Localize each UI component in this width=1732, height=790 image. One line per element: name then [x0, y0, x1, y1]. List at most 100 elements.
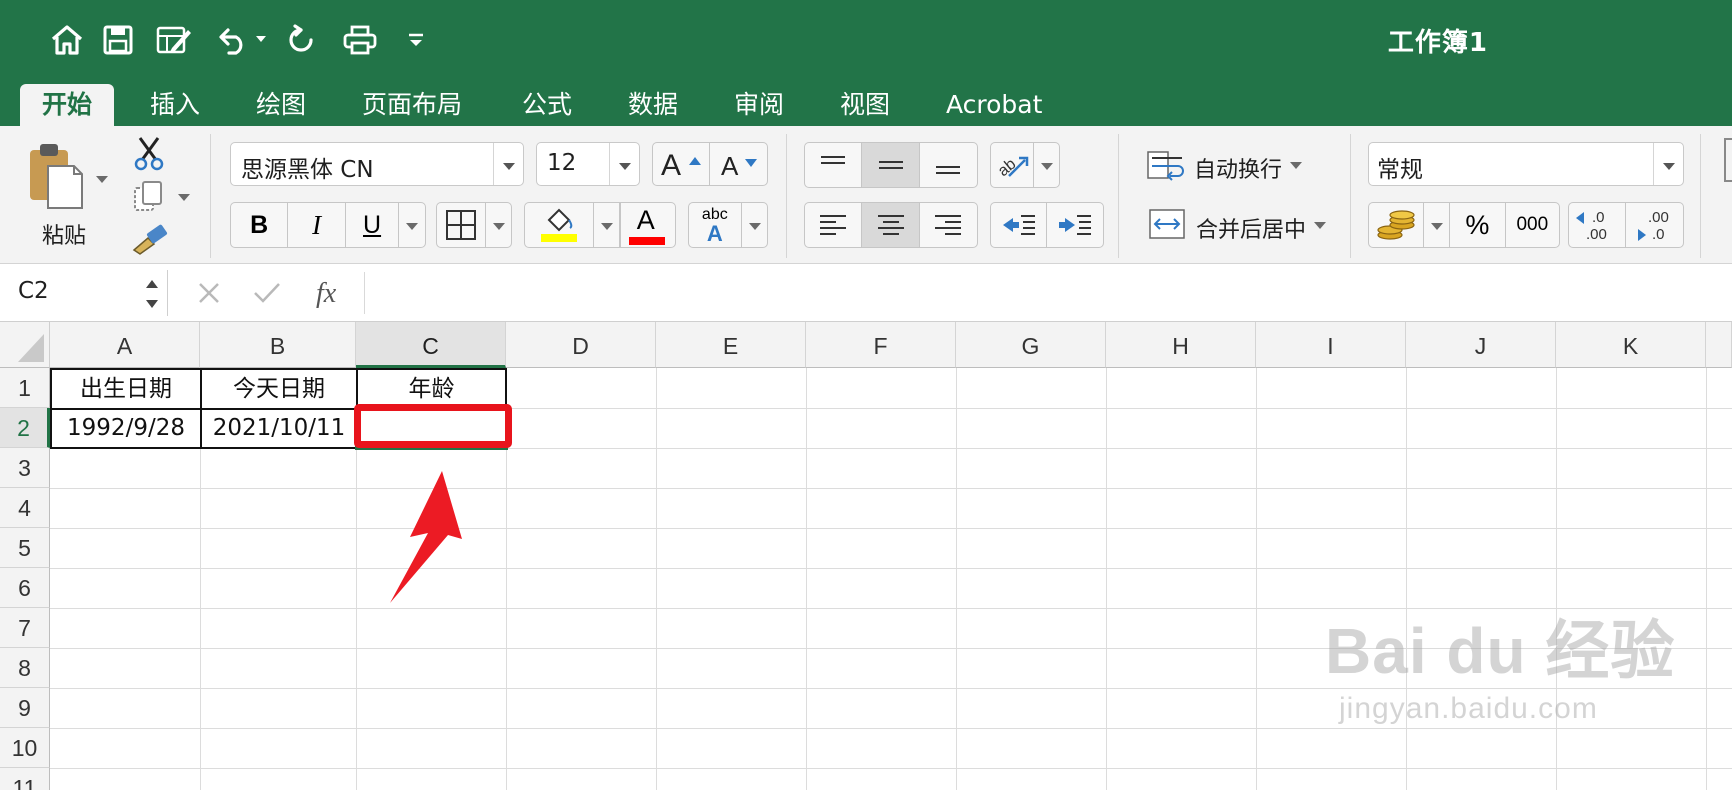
merge-center-dropdown-icon[interactable]	[1314, 222, 1326, 229]
increase-indent-button[interactable]	[1047, 203, 1103, 247]
tab-draw[interactable]: 绘图	[234, 84, 328, 126]
orientation-dropdown-button[interactable]	[1034, 143, 1059, 187]
print-icon[interactable]	[338, 18, 382, 62]
font-name-dropdown-icon[interactable]	[493, 143, 523, 185]
conditional-format-partial-icon[interactable]	[1724, 138, 1732, 182]
redo-icon[interactable]	[280, 18, 324, 62]
percent-button[interactable]: %	[1450, 203, 1506, 247]
home-icon[interactable]	[45, 18, 89, 62]
save-icon[interactable]	[96, 18, 140, 62]
tab-page-layout[interactable]: 页面布局	[340, 84, 484, 126]
wrap-text-button[interactable]: 自动换行	[1144, 144, 1334, 186]
paste-button[interactable]: 粘贴	[20, 136, 110, 249]
column-header-G[interactable]: G	[956, 322, 1106, 368]
paste-dropdown-icon[interactable]	[96, 176, 108, 183]
borders-button[interactable]	[437, 203, 486, 247]
bold-button[interactable]: B	[231, 203, 289, 247]
tab-acrobat[interactable]: Acrobat	[924, 84, 1064, 126]
cancel-icon[interactable]	[196, 280, 222, 306]
row-header-10[interactable]: 10	[0, 728, 50, 768]
align-top-button[interactable]	[805, 143, 863, 187]
decrease-font-size-button[interactable]: A	[710, 143, 767, 185]
column-header-J[interactable]: J	[1406, 322, 1556, 368]
name-box[interactable]: C2	[0, 270, 168, 316]
number-format-combobox[interactable]: 常规	[1368, 142, 1684, 186]
column-header-C[interactable]: C	[356, 322, 506, 368]
column-header-F[interactable]: F	[806, 322, 956, 368]
increase-decimal-button[interactable]: .0.00	[1569, 203, 1627, 247]
column-header-I[interactable]: I	[1256, 322, 1406, 368]
customize-toolbar-icon[interactable]	[394, 18, 438, 62]
row-header-9[interactable]: 9	[0, 688, 50, 728]
tab-insert[interactable]: 插入	[128, 84, 222, 126]
number-format-dropdown-icon[interactable]	[1653, 143, 1683, 185]
select-all-button[interactable]	[0, 322, 50, 368]
select-all-triangle-icon	[18, 334, 44, 362]
name-box-stepper-icon[interactable]	[144, 276, 160, 312]
merge-center-button[interactable]: 合并后居中	[1144, 204, 1344, 246]
column-header-D[interactable]: D	[506, 322, 656, 368]
row-header-7[interactable]: 7	[0, 608, 50, 648]
align-bottom-button[interactable]	[920, 143, 977, 187]
row-header-3[interactable]: 3	[0, 448, 50, 488]
cell-B1[interactable]: 今天日期	[202, 370, 356, 408]
cell-B2[interactable]: 2021/10/11	[202, 410, 356, 447]
italic-button[interactable]: I	[288, 203, 346, 247]
decrease-decimal-button[interactable]: .00.0	[1626, 203, 1683, 247]
formula-input[interactable]	[376, 272, 1716, 314]
accounting-dropdown-button[interactable]	[1424, 203, 1451, 247]
cell-A1[interactable]: 出生日期	[52, 370, 200, 408]
enter-icon[interactable]	[252, 280, 282, 306]
tab-view[interactable]: 视图	[818, 84, 912, 126]
tab-home[interactable]: 开始	[20, 84, 115, 126]
font-size-dropdown-icon[interactable]	[609, 143, 639, 185]
row-header-8[interactable]: 8	[0, 648, 50, 688]
align-left-button[interactable]	[805, 203, 863, 247]
copy-icon[interactable]	[132, 180, 166, 214]
worksheet-grid: A B C D E F G H I J K 1 2 3 4 5 6 7 8 9 …	[0, 322, 1732, 790]
borders-dropdown-button[interactable]	[486, 203, 511, 247]
cut-icon[interactable]	[132, 136, 166, 172]
fill-color-dropdown-button[interactable]	[594, 203, 620, 247]
align-center-button[interactable]	[862, 203, 920, 247]
column-header-A[interactable]: A	[50, 322, 200, 368]
cell-C1[interactable]: 年龄	[358, 370, 505, 408]
accounting-format-button[interactable]	[1369, 203, 1425, 247]
cell-A2[interactable]: 1992/9/28	[52, 410, 200, 447]
font-name-combobox[interactable]: 思源黑体 CN	[230, 142, 524, 186]
row-header-11[interactable]: 11	[0, 768, 50, 790]
column-header-B[interactable]: B	[200, 322, 356, 368]
font-color-button[interactable]: A	[619, 203, 675, 247]
phonetic-dropdown-button[interactable]	[742, 203, 767, 247]
column-header-H[interactable]: H	[1106, 322, 1256, 368]
row-header-2[interactable]: 2	[0, 408, 50, 448]
align-right-button[interactable]	[920, 203, 977, 247]
tab-review[interactable]: 审阅	[712, 84, 806, 126]
comma-style-button[interactable]: 000	[1506, 203, 1559, 247]
row-header-5[interactable]: 5	[0, 528, 50, 568]
column-header-K[interactable]: K	[1556, 322, 1706, 368]
underline-dropdown-button[interactable]	[399, 203, 425, 247]
format-painter-icon[interactable]	[130, 224, 170, 256]
font-size-combobox[interactable]: 12	[536, 142, 640, 186]
undo-icon[interactable]	[212, 18, 256, 62]
undo-dropdown-icon[interactable]	[256, 36, 266, 42]
decrease-indent-button[interactable]	[991, 203, 1048, 247]
insert-function-icon[interactable]: fx	[314, 272, 354, 312]
row-header-1[interactable]: 1	[0, 368, 50, 408]
increase-font-size-button[interactable]: A	[653, 143, 711, 185]
row-header-4[interactable]: 4	[0, 488, 50, 528]
copy-dropdown-icon[interactable]	[178, 194, 190, 201]
edit-icon[interactable]	[152, 18, 196, 62]
orientation-button[interactable]: ab	[991, 143, 1034, 187]
tab-data[interactable]: 数据	[606, 84, 700, 126]
fill-color-button[interactable]	[525, 203, 595, 247]
wrap-text-dropdown-icon[interactable]	[1290, 162, 1302, 169]
row-header-6[interactable]: 6	[0, 568, 50, 608]
align-middle-button[interactable]	[862, 143, 920, 187]
wrap-text-label: 自动换行	[1194, 158, 1283, 183]
column-header-E[interactable]: E	[656, 322, 806, 368]
tab-formulas[interactable]: 公式	[500, 84, 594, 126]
phonetic-button[interactable]: abc A	[689, 203, 742, 247]
underline-button[interactable]: U	[346, 203, 400, 247]
